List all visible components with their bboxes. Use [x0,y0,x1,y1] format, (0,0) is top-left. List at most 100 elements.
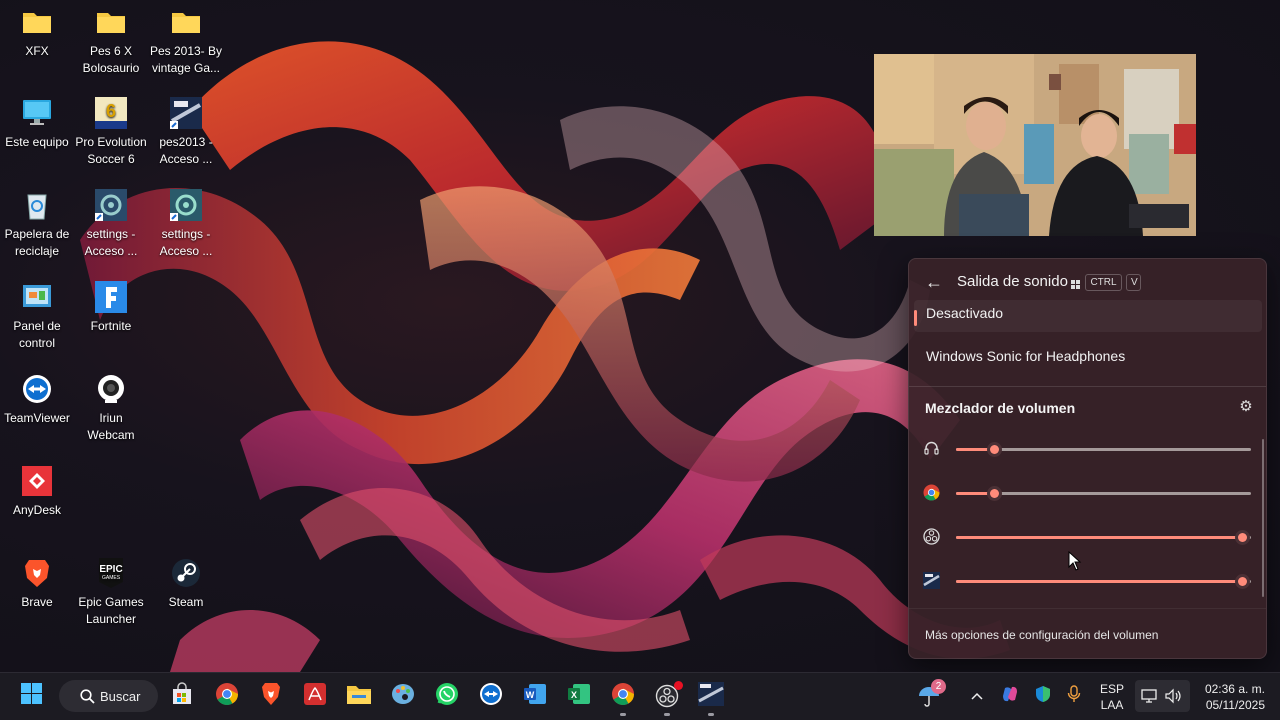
taskbar-app-store[interactable] [166,680,198,712]
desktop-icon-label: pes2013 - Acceso ... [159,135,213,166]
desktop-icon-pes2013[interactable]: pes2013 - Acceso ... [148,97,224,168]
teamviewer-icon [479,682,503,711]
gear-icon[interactable]: ⚙ [1238,399,1254,415]
desktop-icon-label: Panel de control [13,319,61,350]
start-button[interactable] [16,680,48,712]
taskbar-app-paint[interactable] [387,680,419,712]
language-line-2: LAA [1100,698,1124,712]
desktop-icon-settings-2[interactable]: settings - Acceso ... [148,189,224,260]
desktop-icon-iriun[interactable]: Iriun Webcam [73,373,149,444]
desktop-icon-este-equipo[interactable]: Este equipo [0,97,75,151]
settings-shortcut-icon [95,189,127,221]
running-indicator [620,713,626,716]
tray-microphone[interactable] [1060,680,1088,712]
weather-widget[interactable]: 2 [913,679,946,712]
desktop-icon-label: Iriun Webcam [87,411,135,442]
flyout-scrollbar[interactable] [1262,439,1264,597]
back-arrow-icon[interactable]: ← [925,272,945,292]
sound-output-flyout: ← Salida de sonido CTRL V Desactivado Wi… [908,258,1267,659]
volume-slider-track[interactable] [956,486,1251,501]
defender-shield-icon [1034,685,1052,708]
taskbar-app-obs[interactable] [651,680,683,716]
volume-slider-thumb[interactable] [1235,574,1251,589]
desktop-icon-xfx[interactable]: XFX [0,6,75,60]
tray-copilot[interactable] [996,680,1024,712]
desktop-icon-anydesk[interactable]: AnyDesk [0,465,75,519]
epic-games-icon: EPIC GAMES [95,557,127,589]
windows-key-icon [1071,277,1081,289]
desktop-icon-label: settings - Acceso ... [159,227,213,258]
volume-mixer-title: Mezclador de volumen [925,400,1076,416]
microphone-icon [1067,684,1081,708]
folder-icon [21,6,53,38]
volume-slider-thumb[interactable] [1235,530,1251,545]
desktop-icon-label: XFX [25,44,49,58]
taskbar-app-pes2013[interactable] [695,680,727,716]
pes2013-app-icon [923,572,940,589]
desktop-icon-label: settings - Acceso ... [84,227,138,258]
desktop-icon-label: Brave [21,595,53,609]
svg-text:EPIC: EPIC [99,564,122,575]
quick-settings-button[interactable] [1135,680,1190,712]
desktop-icon-panel-de-control[interactable]: Panel de control [0,281,75,352]
volume-slider-track[interactable] [956,530,1251,545]
spatial-option-windows-sonic[interactable]: Windows Sonic for Headphones [914,346,1262,386]
network-icon [1141,688,1157,709]
recording-dot-icon [674,681,683,690]
volume-icon [1165,688,1181,709]
svg-text:6: 6 [106,101,116,121]
file-explorer-icon [346,682,372,711]
taskbar-search-box[interactable]: Buscar [59,680,158,712]
desktop-icon-label: AnyDesk [12,503,62,517]
word-icon: W [523,682,547,711]
volume-slider-thumb[interactable] [987,486,1003,501]
svg-text:X: X [571,690,577,700]
desktop-icon-pes6-folder[interactable]: Pes 6 X Bolosaurio [73,6,149,77]
taskbar-app-whatsapp[interactable] [431,680,463,712]
mixer-row-obs [909,522,1266,552]
more-volume-settings-link[interactable]: Más opciones de configuración del volume… [925,628,1158,642]
desktop-icon-label: Steam [168,595,204,609]
desktop-icon-epic-games[interactable]: EPIC GAMES Epic Games Launcher [73,557,149,628]
volume-slider-track[interactable] [956,442,1251,457]
brave-icon [21,557,53,589]
desktop-icon-teamviewer[interactable]: TeamViewer [0,373,75,427]
taskbar-app-chrome[interactable] [211,680,243,712]
tray-defender[interactable] [1029,680,1057,712]
desktop-icon-pes6[interactable]: 6 Pro Evolution Soccer 6 [73,97,149,168]
show-hidden-icons-button[interactable] [963,680,991,712]
spatial-option-label: Desactivado [926,305,1004,321]
settings-shortcut-icon [170,189,202,221]
spatial-option-desactivado[interactable]: Desactivado [914,300,1262,332]
shortcut-key-v: V [1126,274,1141,291]
iriun-webcam-icon [95,373,127,405]
desktop-icon-brave[interactable]: Brave [0,557,75,611]
taskbar-app-chrome-2[interactable] [607,680,639,716]
clock[interactable]: 02:36 a. m. 05/11/2025 [1193,681,1265,713]
clock-date: 05/11/2025 [1205,698,1265,712]
volume-slider-thumb[interactable] [987,442,1003,457]
desktop-icon-pes2013-folder[interactable]: Pes 2013- By vintage Ga... [148,6,224,77]
store-icon [170,681,194,711]
start-icon [21,682,43,710]
taskbar-app-word[interactable]: W [519,680,551,712]
taskbar-app-excel[interactable]: X [563,680,595,712]
desktop-icon-fortnite[interactable]: Fortnite [73,281,149,335]
flyout-divider [909,386,1266,387]
excel-icon: X [567,682,591,711]
chrome-icon [215,682,239,711]
desktop-icon-steam[interactable]: Steam [148,557,224,611]
search-label: Buscar [100,688,141,704]
taskbar-app-teamviewer[interactable] [475,680,507,712]
weather-badge: 2 [931,679,946,694]
volume-slider-track[interactable] [956,574,1251,589]
desktop-icon-label: Pro Evolution Soccer 6 [75,135,147,166]
language-indicator[interactable]: ESP LAA [1095,681,1129,713]
taskbar-app-acrobat[interactable] [299,680,331,712]
taskbar-app-brave[interactable] [255,680,287,712]
taskbar-app-file-explorer[interactable] [343,680,375,712]
fortnite-icon [95,281,127,313]
desktop-icon-settings-1[interactable]: settings - Acceso ... [73,189,149,260]
chrome-icon [923,484,940,501]
desktop-icon-papelera[interactable]: Papelera de reciclaje [0,189,75,260]
